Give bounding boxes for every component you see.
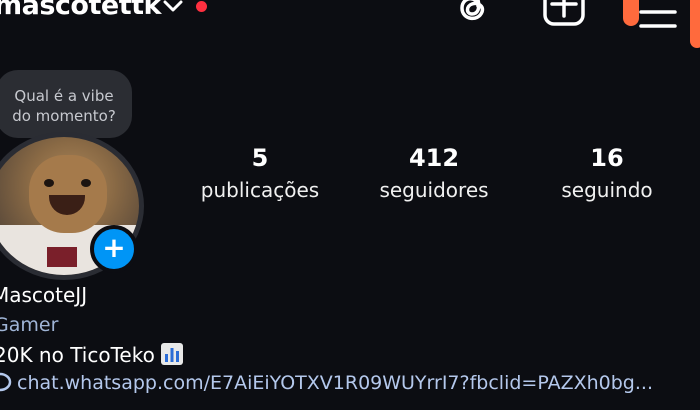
stat-following[interactable]: 16 seguindo	[532, 144, 682, 204]
bar-chart-icon	[160, 343, 183, 365]
avatar-eye	[44, 179, 54, 187]
stat-value: 412	[408, 144, 460, 172]
top-bar: mascotettk	[0, 0, 700, 48]
new-post-icon[interactable]	[540, 0, 588, 30]
stat-label: seguidores	[379, 178, 489, 202]
stat-label: publicações	[200, 178, 320, 202]
category-label: Gamer	[0, 314, 59, 336]
chevron-down-icon[interactable]	[161, 0, 185, 16]
stat-label: seguindo	[561, 178, 653, 202]
note-text-line1: Qual é a vibe	[14, 87, 114, 105]
link-icon	[0, 372, 12, 392]
display-name: MascoteJJ	[0, 283, 88, 307]
avatar-eye	[81, 179, 91, 187]
orange-marker	[690, 0, 700, 48]
avatar-shirt-logo	[47, 247, 77, 267]
avatar-face	[29, 155, 107, 233]
note-bubble[interactable]: Qual é a vibe do momento?	[0, 70, 132, 138]
stat-value: 5	[251, 144, 269, 172]
bio-text-content: 20K no TicoTeko	[0, 343, 155, 367]
stat-posts[interactable]: 5 publicações	[185, 144, 335, 204]
unread-dot	[196, 1, 207, 12]
stat-value: 16	[590, 144, 624, 172]
menu-icon[interactable]	[635, 0, 681, 30]
threads-icon[interactable]	[448, 0, 492, 30]
bio-link[interactable]: chat.whatsapp.com/E7AiEiYOTXV1R09WUYrrI7…	[17, 372, 697, 394]
note-text-line2: do momento?	[12, 107, 116, 125]
add-story-button[interactable]: +	[90, 225, 138, 273]
username-switcher[interactable]: mascotettk	[0, 0, 161, 21]
stat-followers[interactable]: 412 seguidores	[359, 144, 509, 204]
bio-text: 20K no TicoTeko	[0, 343, 183, 367]
